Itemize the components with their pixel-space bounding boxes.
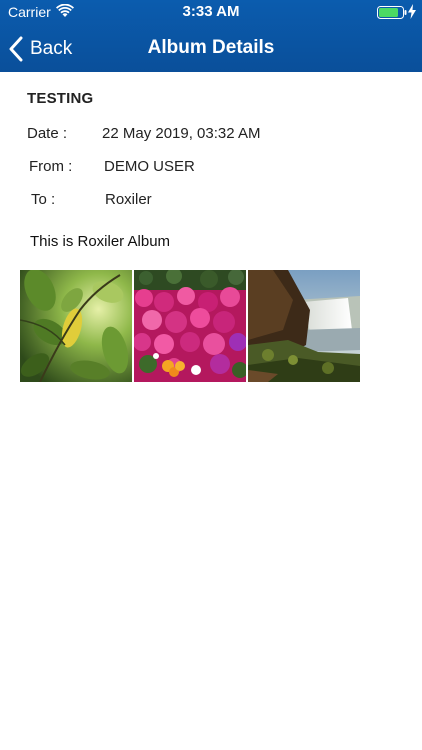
from-label: From : <box>29 158 73 175</box>
page-title: Album Details <box>147 37 275 58</box>
photo-thumbnail-waterfall[interactable] <box>248 270 360 382</box>
album-description: This is Roxiler Album <box>30 233 171 250</box>
photo-thumbnail-flowers[interactable] <box>134 270 246 382</box>
from-value: DEMO USER <box>104 158 195 175</box>
album-name: TESTING <box>27 90 94 107</box>
navigation-bar: Back Album Details <box>0 28 422 68</box>
status-bar: Carrier 3:33 AM <box>0 0 422 24</box>
battery-icon <box>377 6 407 19</box>
to-value: Roxiler <box>105 191 152 208</box>
date-value: 22 May 2019, 03:32 AM <box>102 125 261 142</box>
app-header: Carrier 3:33 AM Back Album Details <box>0 0 422 72</box>
to-label: To : <box>31 191 56 208</box>
flowers-photo <box>134 270 246 382</box>
photo-thumbnail-leaves[interactable] <box>20 270 132 382</box>
date-label: Date : <box>27 125 68 142</box>
waterfall-photo <box>248 270 360 382</box>
leaves-photo <box>20 270 132 382</box>
clock-time: 3:33 AM <box>182 3 240 20</box>
charging-bolt-icon <box>408 4 416 19</box>
